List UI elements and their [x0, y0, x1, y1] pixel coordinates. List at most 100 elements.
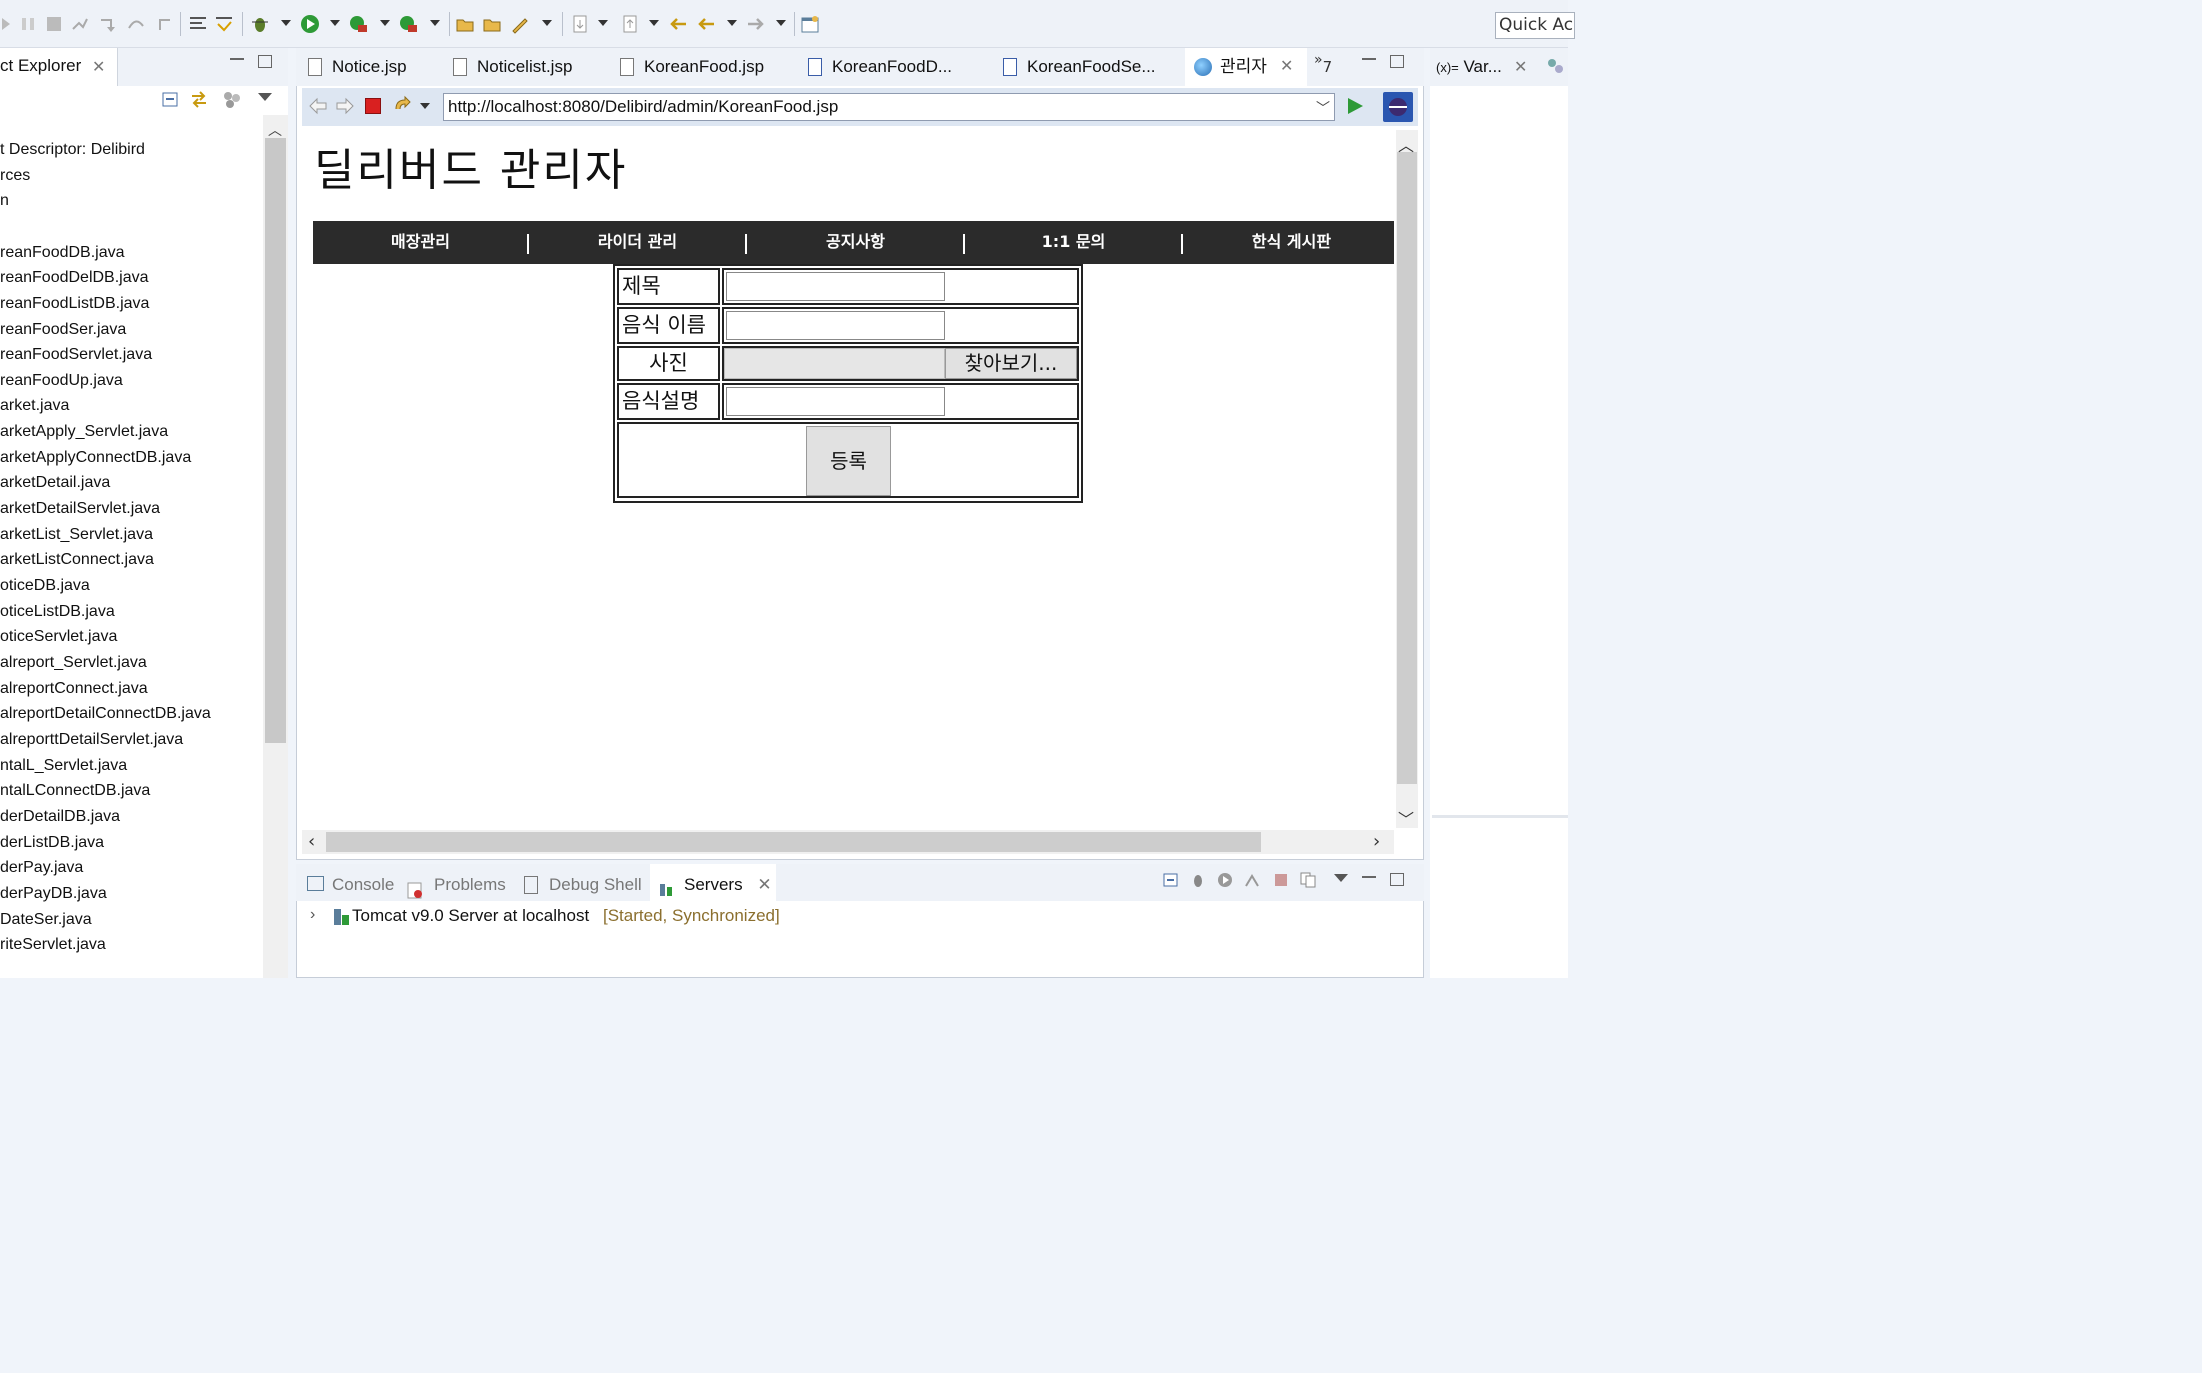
collapse-all-icon[interactable] [162, 90, 180, 108]
tab-notice-jsp[interactable]: Notice.jsp [308, 48, 407, 86]
browser-forward-icon[interactable] [335, 96, 355, 116]
terminate-icon[interactable] [44, 14, 64, 34]
tree-item[interactable]: arketDetailServlet.java [0, 500, 160, 518]
chevron-down-icon[interactable] [420, 103, 430, 109]
external-tools-icon[interactable] [398, 14, 418, 34]
tree-item[interactable]: arketList_Servlet.java [0, 526, 153, 544]
tree-item[interactable]: alreporttDetailServlet.java [0, 731, 183, 749]
stop-icon[interactable] [365, 98, 381, 114]
tree-item[interactable]: arketApplyConnectDB.java [0, 449, 191, 467]
breakpoints-icon[interactable] [1546, 57, 1564, 75]
scroll-up-icon[interactable]: ︿ [1398, 132, 1414, 156]
chevron-right-icon[interactable]: › [310, 906, 315, 924]
run-icon[interactable] [300, 14, 320, 34]
maximize-icon[interactable] [1390, 873, 1404, 886]
previous-annotation-icon[interactable] [620, 14, 640, 34]
url-history-chevron-icon[interactable]: ﹀ [1316, 98, 1330, 118]
minimize-icon[interactable] [230, 58, 244, 60]
run-last-icon[interactable] [0, 14, 20, 34]
description-input[interactable] [726, 387, 945, 416]
tree-item[interactable]: alreportConnect.java [0, 680, 148, 698]
nav-rider-management[interactable]: 라이더 관리 [530, 221, 745, 264]
minimize-icon[interactable] [1362, 876, 1376, 878]
close-icon[interactable]: ✕ [757, 875, 771, 894]
tree-item[interactable]: n [0, 192, 9, 210]
submit-button[interactable]: 등록 [806, 426, 891, 496]
collapse-all-icon[interactable] [1163, 872, 1179, 888]
step-return-icon[interactable] [156, 14, 176, 34]
tree-item[interactable]: derPayDB.java [0, 885, 107, 903]
variables-tab[interactable]: (x)= Var... [1436, 57, 1502, 77]
tree-item[interactable]: reanFoodServlet.java [0, 346, 152, 364]
title-input[interactable] [726, 272, 945, 301]
go-icon[interactable] [1345, 96, 1365, 116]
more-tabs-indicator[interactable]: »7 [1314, 50, 1332, 76]
tree-item[interactable]: arket.java [0, 397, 69, 415]
food-name-input[interactable] [726, 311, 945, 340]
close-icon[interactable]: ✕ [1280, 48, 1293, 86]
nav-korean-food-board[interactable]: 한식 게시판 [1184, 221, 1399, 264]
chevron-down-icon[interactable] [649, 20, 659, 26]
chevron-down-icon[interactable] [776, 20, 786, 26]
publish-icon[interactable] [1300, 872, 1316, 888]
scroll-down-icon[interactable]: ﹀ [1398, 806, 1414, 830]
chevron-down-icon[interactable] [598, 20, 608, 26]
minimize-icon[interactable] [1362, 58, 1376, 60]
browser-back-icon[interactable] [308, 96, 328, 116]
url-input[interactable]: http://localhost:8080/Delibird/admin/Kor… [443, 93, 1335, 121]
last-edit-location-icon[interactable] [668, 14, 688, 34]
tree-item[interactable]: t Descriptor: Delibird [0, 141, 145, 159]
tree-item[interactable]: arketListConnect.java [0, 551, 154, 569]
suspend-icon[interactable] [18, 14, 38, 34]
tab-servers[interactable]: Servers ✕ [658, 866, 772, 903]
nav-notice[interactable]: 공지사항 [748, 221, 963, 264]
nav-store-management[interactable]: 매장관리 [313, 221, 528, 264]
tree-item[interactable]: arketDetail.java [0, 474, 110, 492]
tree-item[interactable]: alreportDetailConnectDB.java [0, 705, 211, 723]
tree-item[interactable]: reanFoodUp.java [0, 372, 123, 390]
open-folder-icon[interactable] [482, 14, 502, 34]
tab-admin-browser[interactable]: 관리자 ✕ [1194, 48, 1293, 86]
close-icon[interactable]: ✕ [1514, 57, 1527, 76]
tab-debug-shell[interactable]: Debug Shell [524, 866, 642, 903]
quick-access-field[interactable]: Quick Access [1495, 12, 1575, 39]
tree-item[interactable]: ntalLConnectDB.java [0, 782, 150, 800]
tab-koreanfood-jsp[interactable]: KoreanFood.jsp [620, 48, 764, 86]
use-step-filters-icon[interactable] [214, 14, 234, 34]
maximize-icon[interactable] [1390, 55, 1404, 68]
browse-button[interactable]: 찾아보기... [945, 348, 1077, 379]
step-into-icon[interactable] [98, 14, 118, 34]
tab-console[interactable]: Console [307, 866, 394, 903]
next-annotation-icon[interactable] [570, 14, 590, 34]
profile-server-icon[interactable] [1244, 872, 1260, 888]
back-icon[interactable] [696, 14, 716, 34]
explorer-scrollbar-thumb[interactable] [265, 138, 286, 743]
tab-problems[interactable]: Problems [406, 866, 506, 903]
tree-item[interactable]: alreport_Servlet.java [0, 654, 147, 672]
tree-item[interactable]: derDetailDB.java [0, 808, 120, 826]
view-menu-icon[interactable] [1334, 874, 1348, 882]
tree-item[interactable]: reanFoodDB.java [0, 244, 125, 262]
chevron-down-icon[interactable] [430, 20, 440, 26]
tree-item[interactable]: rces [0, 167, 30, 185]
tree-item[interactable]: reanFoodListDB.java [0, 295, 149, 313]
step-over-icon[interactable] [126, 14, 146, 34]
page-horizontal-scrollbar-thumb[interactable] [326, 832, 1261, 852]
tab-noticelist-jsp[interactable]: Noticelist.jsp [453, 48, 572, 86]
tree-item[interactable]: oticeListDB.java [0, 603, 115, 621]
maximize-icon[interactable] [258, 55, 272, 68]
coverage-icon[interactable] [348, 14, 368, 34]
debug-icon[interactable] [250, 14, 270, 34]
tree-item[interactable]: DateSer.java [0, 911, 92, 929]
disconnect-icon[interactable] [70, 14, 90, 34]
chevron-down-icon[interactable] [380, 20, 390, 26]
tree-item[interactable]: derPay.java [0, 859, 83, 877]
debug-server-icon[interactable] [1190, 872, 1206, 888]
pen-icon[interactable] [510, 14, 530, 34]
nav-inquiry[interactable]: 1:1 문의 [966, 221, 1181, 264]
chevron-down-icon[interactable] [542, 20, 552, 26]
open-perspective-icon[interactable] [800, 14, 820, 34]
chevron-down-icon[interactable] [727, 20, 737, 26]
tree-item[interactable]: arketApply_Servlet.java [0, 423, 168, 441]
eclipse-web-icon[interactable] [1383, 92, 1413, 122]
